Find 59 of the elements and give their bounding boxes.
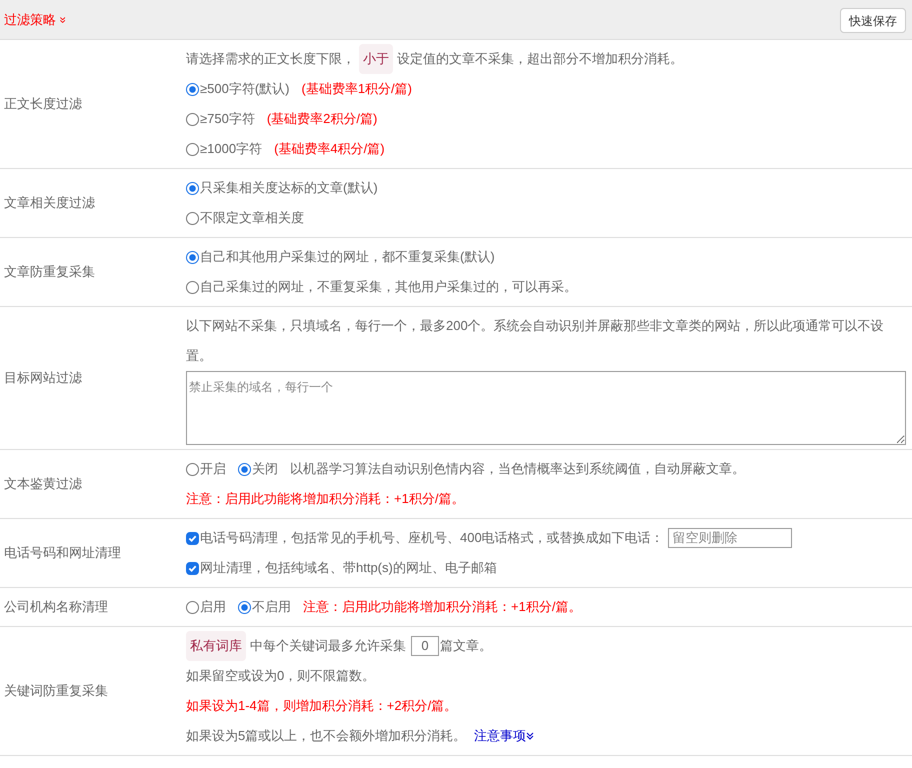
keyword-tag: 私有词库 [186, 631, 246, 661]
description-text: 中每个关键词最多允许采集 [250, 637, 406, 655]
phone-input-field[interactable]: 留空则删除 [668, 528, 792, 548]
checkmark-icon [188, 564, 197, 572]
row-label: 电话号码和网址清理 [4, 544, 121, 562]
description-text: 篇文章。 [440, 637, 492, 655]
checkbox-label: 网址清理，包括纯域名、带http(s)的网址、电子邮箱 [200, 559, 497, 577]
row-label: 文章防重复采集 [4, 263, 95, 282]
row-label: 公司机构名称清理 [4, 598, 108, 616]
radio-label: 启用 [200, 598, 226, 616]
radio-label: 自己采集过的网址，不重复采集，其他用户采集过的，可以再采。 [200, 278, 577, 296]
row-label: 目标网站过滤 [4, 369, 82, 388]
description-text: 以机器学习算法自动识别色情内容，当色情概率达到系统阈值，自动屏蔽文章。 [290, 460, 745, 478]
chevron-icon [526, 732, 534, 740]
radio-label: 开启 [200, 460, 226, 478]
description-text: 如果设为5篇或以上，也不会额外增加积分消耗。 [186, 727, 466, 745]
radio-label: 关闭 [252, 460, 278, 478]
row-label: 文本鉴黄过滤 [4, 475, 82, 494]
checkmark-icon [188, 534, 197, 542]
note-text: 注意：启用此功能将增加积分消耗：+1积分/篇。 [303, 598, 582, 616]
radio-label: ≥500字符(默认) [200, 80, 290, 98]
radio-button[interactable] [186, 182, 199, 194]
radio-label: ≥750字符 [200, 110, 255, 128]
radio-button[interactable] [186, 82, 199, 96]
description-text: 如果留空或设为0，则不限篇数。 [186, 667, 376, 685]
radio-button[interactable] [186, 280, 199, 294]
note-text: (基础费率1积分/篇) [301, 80, 412, 98]
radio-button[interactable] [238, 462, 251, 476]
domain-textarea[interactable]: 禁止采集的域名，每行一个 [186, 371, 906, 445]
checkbox[interactable] [186, 562, 199, 574]
radio-label: 不限定文章相关度 [200, 209, 304, 227]
radio-button[interactable] [238, 600, 251, 614]
count-input-field[interactable]: 0 [411, 636, 439, 656]
note-text: 注意：启用此功能将增加积分消耗：+1积分/篇。 [186, 490, 464, 508]
description-text: 设定值的文章不采集，超出部分不增加积分消耗。 [397, 50, 683, 68]
radio-button[interactable] [186, 600, 199, 614]
keyword-tag: 小于 [359, 44, 393, 74]
radio-button[interactable] [186, 112, 199, 126]
row-label: 正文长度过滤 [4, 95, 82, 114]
note-text: (基础费率2积分/篇) [266, 110, 378, 128]
quick-save-button[interactable]: 快速保存 [840, 8, 906, 33]
radio-button[interactable] [186, 212, 199, 224]
row-label: 关键词防重复采集 [4, 682, 108, 700]
radio-button[interactable] [186, 250, 199, 264]
section-title: 过滤策略 [4, 10, 56, 29]
description-text: 请选择需求的正文长度下限， [186, 50, 355, 68]
note-text: (基础费率4积分/篇) [274, 140, 385, 158]
radio-button[interactable] [186, 462, 199, 476]
notes-link[interactable]: 注意事项 [474, 721, 534, 751]
radio-label: 不启用 [252, 598, 291, 616]
radio-label: ≥1000字符 [200, 140, 262, 158]
checkbox[interactable] [186, 532, 199, 544]
radio-button[interactable] [186, 142, 199, 156]
description-text: 以下网站不采集，只填域名，每行一个，最多200个。系统会自动识别并屏蔽那些非文章类的网站，所以此项通常可以不设置。 [186, 317, 885, 365]
radio-label: 自己和其他用户采集过的网址，都不重复采集(默认) [200, 248, 495, 266]
row-label: 文章相关度过滤 [4, 194, 95, 212]
checkbox-label: 电话号码清理，包括常见的手机号、座机号、400电话格式，或替换成如下电话： [200, 529, 664, 547]
note-text: 如果设为1-4篇，则增加积分消耗：+2积分/篇。 [186, 697, 458, 715]
radio-label: 只采集相关度达标的文章(默认) [200, 179, 378, 197]
